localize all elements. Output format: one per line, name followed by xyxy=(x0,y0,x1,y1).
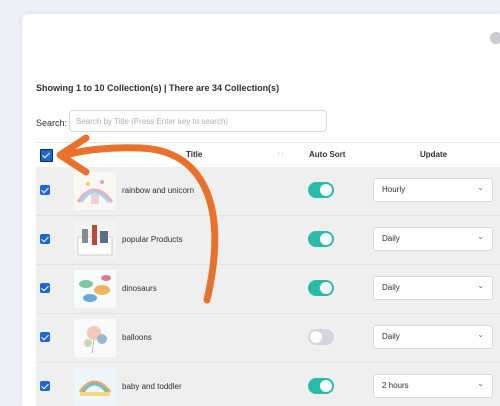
toggle-knob xyxy=(320,184,332,196)
column-title[interactable]: Title xyxy=(186,150,202,159)
search-input[interactable] xyxy=(69,110,327,132)
showing-summary: Showing 1 to 10 Collection(s) | There ar… xyxy=(36,83,280,93)
auto-sort-toggle[interactable] xyxy=(308,280,334,296)
table-row: dinosaurs Daily ⌄ xyxy=(36,265,500,314)
table-row: rainbow and unicorn Hourly ⌄ xyxy=(36,167,500,216)
chevron-down-icon: ⌄ xyxy=(477,281,484,290)
auto-sort-toggle[interactable] xyxy=(308,378,334,394)
table-header: Title ↑↓ Auto Sort Update xyxy=(36,142,500,168)
update-select[interactable]: Daily ⌄ xyxy=(373,276,493,300)
row-checkbox[interactable] xyxy=(40,234,50,244)
column-auto-sort: Auto Sort xyxy=(309,150,346,159)
auto-sort-toggle[interactable] xyxy=(308,182,334,198)
update-select-value: Daily xyxy=(382,234,400,243)
toggle-knob xyxy=(320,233,332,245)
collection-thumbnail xyxy=(74,319,116,357)
collection-thumbnail xyxy=(74,368,116,406)
collection-thumbnail xyxy=(74,221,116,259)
row-checkbox[interactable] xyxy=(40,332,50,342)
chevron-down-icon: ⌄ xyxy=(477,379,484,388)
chevron-down-icon: ⌄ xyxy=(477,183,484,192)
collection-title: baby and toddler xyxy=(122,382,182,391)
update-select[interactable]: 2 hours ⌄ xyxy=(373,374,493,398)
row-checkbox[interactable] xyxy=(40,283,50,293)
collections-table: Title ↑↓ Auto Sort Update rainbow and un… xyxy=(36,142,500,406)
collection-thumbnail xyxy=(74,172,116,210)
sort-arrows-icon[interactable]: ↑↓ xyxy=(277,151,284,158)
toggle-knob xyxy=(310,331,322,343)
chevron-down-icon: ⌄ xyxy=(477,232,484,241)
collection-title: popular Products xyxy=(122,235,183,244)
toggle-knob xyxy=(320,282,332,294)
update-select-value: Daily xyxy=(382,283,400,292)
update-select[interactable]: Daily ⌄ xyxy=(373,325,493,349)
select-all-checkbox[interactable] xyxy=(40,149,53,162)
update-select[interactable]: Hourly ⌄ xyxy=(373,178,493,202)
table-row: balloons Daily ⌄ xyxy=(36,314,500,363)
column-update: Update xyxy=(420,150,448,159)
search-label: Search: xyxy=(36,118,68,128)
scroll-indicator xyxy=(490,32,500,44)
collection-thumbnail xyxy=(74,270,116,308)
collection-title: rainbow and unicorn xyxy=(122,186,195,195)
auto-sort-toggle[interactable] xyxy=(308,329,334,345)
update-select-value: Daily xyxy=(382,332,400,341)
table-row: popular Products Daily ⌄ xyxy=(36,216,500,265)
collections-panel: Showing 1 to 10 Collection(s) | There ar… xyxy=(22,14,500,406)
table-row: baby and toddler 2 hours ⌄ xyxy=(36,363,500,406)
table-body: rainbow and unicorn Hourly ⌄ popular Pro… xyxy=(36,167,500,406)
update-select[interactable]: Daily ⌄ xyxy=(373,227,493,251)
row-checkbox[interactable] xyxy=(40,381,50,391)
auto-sort-toggle[interactable] xyxy=(308,231,334,247)
row-checkbox[interactable] xyxy=(40,185,50,195)
update-select-value: Hourly xyxy=(382,185,406,194)
collection-title: dinosaurs xyxy=(122,284,157,293)
toggle-knob xyxy=(320,380,332,392)
collection-title: balloons xyxy=(122,333,152,342)
chevron-down-icon: ⌄ xyxy=(477,330,484,339)
update-select-value: 2 hours xyxy=(382,381,409,390)
